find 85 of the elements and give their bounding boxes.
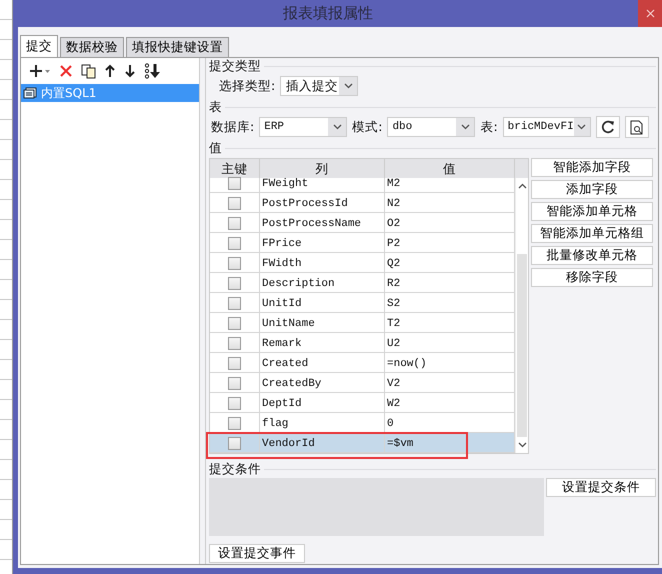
preview-button[interactable] [624, 116, 649, 138]
field-action-button[interactable]: 智能添加字段 [531, 158, 653, 177]
table-cell: UnitName [260, 313, 385, 332]
field-label: 表: [480, 118, 498, 136]
close-button[interactable] [638, 0, 662, 27]
submit-type-dropdown[interactable]: 插入提交 [280, 76, 358, 96]
refresh-icon [600, 120, 615, 134]
checkbox[interactable] [228, 177, 241, 190]
checkbox[interactable] [228, 257, 241, 270]
table-cell: FPrice [260, 233, 385, 252]
field-action-button[interactable]: 批量修改单元格 [531, 246, 653, 265]
scrollbar[interactable] [515, 178, 528, 453]
tab[interactable]: 提交 [20, 35, 58, 57]
table-dropdown[interactable]: bricMDevFI [502, 117, 591, 137]
table-row[interactable]: UnitName T2 [210, 313, 515, 333]
table-row[interactable]: FWeight M2 [210, 178, 515, 193]
table-cell: VendorId [260, 433, 385, 452]
scroll-up-icon [518, 183, 526, 189]
field-label: 数据库: [211, 118, 254, 136]
chevron-down-icon [344, 83, 353, 89]
copy-button[interactable] [81, 64, 96, 78]
checkbox[interactable] [228, 197, 241, 210]
chevron-down-icon [460, 124, 470, 130]
field-label: 模式: [352, 118, 382, 136]
field-action-button[interactable]: 移除字段 [531, 268, 653, 287]
table-cell: CreatedBy [260, 373, 385, 392]
file-search-icon [630, 120, 644, 134]
chevron-down-icon [577, 124, 586, 130]
scroll-down-icon [518, 442, 526, 448]
checkbox[interactable] [228, 437, 241, 450]
table-cell: DeptId [260, 393, 385, 412]
checkbox[interactable] [228, 217, 241, 230]
checkbox[interactable] [228, 337, 241, 350]
table-row[interactable]: Created =now() [210, 353, 515, 373]
refresh-button[interactable] [596, 116, 620, 138]
tab[interactable]: 填报快捷键设置 [126, 37, 229, 57]
section-title: 值 [209, 140, 222, 156]
table-row[interactable]: UnitId S2 [210, 293, 515, 313]
checkbox[interactable] [228, 317, 241, 330]
field-action-button[interactable]: 添加字段 [531, 180, 653, 199]
table-cell: FWidth [260, 253, 385, 272]
table-row[interactable]: VendorId =$vm [210, 433, 515, 453]
checkbox[interactable] [228, 417, 241, 430]
field-action-button[interactable]: 智能添加单元格组 [531, 224, 653, 243]
table-cell: Remark [260, 333, 385, 352]
move-down-button[interactable] [124, 64, 136, 78]
set-event-button[interactable]: 设置提交事件 [209, 544, 305, 563]
set-condition-button[interactable]: 设置提交条件 [546, 478, 656, 497]
table-row[interactable]: DeptId W2 [210, 393, 515, 413]
table-icon [23, 87, 37, 99]
table-row[interactable]: Remark U2 [210, 333, 515, 353]
table-cell: flag [260, 413, 385, 432]
table-row[interactable]: PostProcessName O2 [210, 213, 515, 233]
section-title: 表 [209, 98, 222, 116]
field-action-button[interactable]: 智能添加单元格 [531, 202, 653, 221]
table-row[interactable]: Description R2 [210, 273, 515, 293]
checkbox[interactable] [228, 377, 241, 390]
schema-dropdown[interactable]: dbo [387, 117, 476, 137]
table-cell: UnitId [260, 293, 385, 312]
table-row[interactable]: CreatedBy V2 [210, 373, 515, 393]
tab[interactable]: 数据校验 [60, 37, 124, 57]
delete-button[interactable] [59, 64, 73, 78]
move-up-button[interactable] [104, 64, 116, 78]
table-row[interactable]: PostProcessId N2 [210, 193, 515, 213]
checkbox[interactable] [228, 237, 241, 250]
checkbox[interactable] [228, 277, 241, 290]
add-button[interactable] [29, 64, 51, 78]
database-dropdown[interactable]: ERP [259, 117, 348, 137]
table-cell: FWeight [260, 178, 385, 192]
checkbox[interactable] [228, 397, 241, 410]
field-label: 选择类型: [219, 78, 276, 94]
table-cell: Description [260, 273, 385, 292]
close-icon [646, 9, 654, 18]
section-title: 提交类型 [209, 58, 261, 74]
table-cell: PostProcessId [260, 193, 385, 212]
checkbox[interactable] [228, 357, 241, 370]
table-row[interactable]: FPrice P2 [210, 233, 515, 253]
table-row[interactable]: FWidth Q2 [210, 253, 515, 273]
checkbox[interactable] [228, 297, 241, 310]
move-bottom-button[interactable] [144, 63, 162, 79]
table-cell: PostProcessName [260, 213, 385, 232]
window-title: 报表填报属性 [282, 4, 374, 23]
table-cell: Created [260, 353, 385, 372]
section-title: 提交条件 [209, 460, 261, 478]
chevron-down-icon [332, 124, 342, 130]
